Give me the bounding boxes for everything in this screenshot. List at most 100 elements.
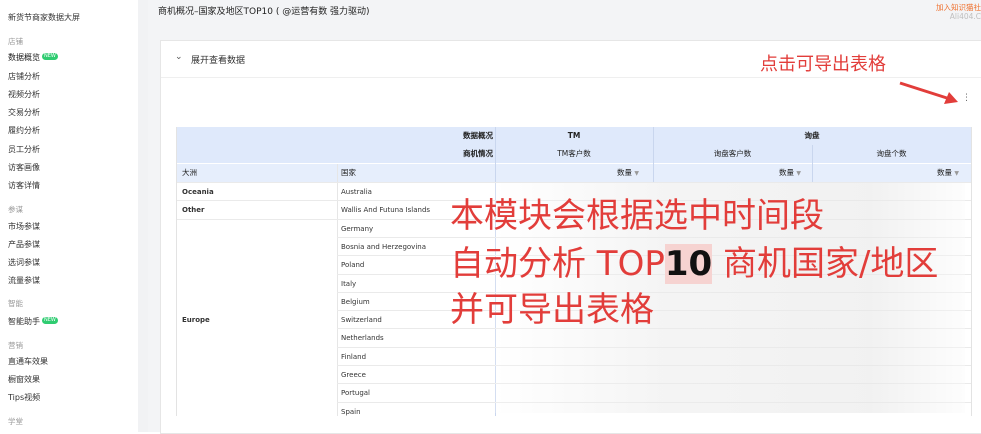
sidebar-group-label: 学堂 [8, 417, 23, 427]
sidebar-item[interactable]: 市场参谋 [8, 222, 40, 232]
merged-cell-mask [177, 328, 337, 330]
sidebar-item-label: 学堂 [8, 417, 23, 426]
col-continent: 大洲 [182, 168, 197, 177]
group-inquiry: 询盘 [804, 131, 820, 140]
merged-cell-mask [177, 291, 337, 293]
sidebar-item[interactable]: 产品参谋 [8, 240, 40, 250]
sidebar-item[interactable]: 访客画像 [8, 163, 40, 173]
country-cell: Germany [341, 224, 374, 233]
column-divider [653, 127, 654, 182]
watermark-line2: Ali404.C [949, 12, 981, 21]
row-label-opportunity: 商机情况 [463, 149, 493, 158]
sidebar-item-label: 智能 [8, 299, 23, 308]
country-cell: Spain [341, 407, 361, 416]
sidebar-item-label: 店铺分析 [8, 72, 40, 81]
country-cell: Switzerland [341, 316, 382, 325]
qty-label: 数量 [937, 168, 952, 177]
qty-label: 数量 [617, 168, 632, 177]
annotation-top-prefix: 自动分析 TOP [450, 244, 665, 284]
sidebar-item[interactable]: 店铺分析 [8, 72, 40, 82]
sidebar-item-label: 视频分析 [8, 90, 40, 99]
annotation-top-number: 10 [664, 244, 713, 284]
qty-sort-tm[interactable]: 数量 ▼ [617, 164, 639, 183]
sidebar-item-label: 智能助手 [8, 317, 40, 326]
sidebar-item-label: 产品参谋 [8, 240, 40, 249]
country-cell: Poland [341, 261, 365, 270]
country-cell: Australia [341, 188, 372, 196]
sidebar-item[interactable]: 选词参谋 [8, 258, 40, 268]
sidebar-item[interactable]: 新货节商家数据大屏 [8, 13, 80, 23]
sidebar-item-label: 员工分析 [8, 145, 40, 154]
feature-annotation-line3: 并可导出表格 [450, 290, 654, 330]
col-country: 国家 [341, 168, 356, 177]
sidebar: 新货节商家数据大屏 店铺数据概览 NEW 店铺分析视频分析交易分析履约分析员工分析访客… [0, 0, 138, 432]
country-cell: Belgium [341, 297, 370, 306]
country-cell: Netherlands [341, 334, 384, 343]
country-cell: Finland [341, 352, 367, 361]
sidebar-item[interactable]: Tips视频 [8, 393, 40, 403]
sidebar-item-label: 市场参谋 [8, 222, 40, 231]
sidebar-item-label: 参谋 [8, 205, 23, 214]
sidebar-item-label: 营销 [8, 341, 23, 350]
col-tm-customers: TM客户数 [557, 149, 591, 158]
watermark-line1: 加入知识猫社 [936, 3, 981, 12]
sidebar-item-label: 店铺 [8, 37, 23, 46]
merged-cell-mask [177, 346, 337, 348]
sidebar-item[interactable]: 履约分析 [8, 126, 40, 136]
continent-cell: Oceania [182, 188, 214, 196]
sidebar-item-label: 橱窗效果 [8, 375, 40, 384]
sidebar-group-label: 店铺 [8, 37, 23, 47]
sidebar-item[interactable]: 数据概览 NEW [8, 53, 58, 63]
sidebar-group-label: 参谋 [8, 205, 23, 215]
chevron-down-icon[interactable]: ⌄ [175, 52, 183, 62]
merged-cell-mask [177, 273, 337, 275]
sidebar-item-label: 选词参谋 [8, 258, 40, 267]
group-tm: TM [567, 131, 581, 140]
sort-down-icon: ▼ [634, 170, 640, 177]
sidebar-item-label: 流量参谋 [8, 276, 40, 285]
sidebar-item[interactable]: 直通车效果 [8, 357, 48, 367]
sidebar-item-label: 数据概览 [8, 53, 40, 62]
qty-label: 数量 [779, 168, 794, 177]
export-hint-annotation: 点击可导出表格 [760, 54, 886, 75]
country-cell: Italy [341, 279, 357, 288]
watermark: 加入知识猫社 Ali404.C [936, 3, 981, 21]
sidebar-item-label: 新货节商家数据大屏 [8, 13, 80, 22]
sidebar-item-label: 交易分析 [8, 108, 40, 117]
feature-annotation-line2: 自动分析 TOP10 商机国家/地区 [450, 244, 938, 284]
sidebar-item[interactable]: 智能助手 NEW [8, 317, 58, 327]
qty-sort-inquiry-customers[interactable]: 数量 ▼ [779, 164, 801, 183]
country-cell: Portugal [341, 389, 370, 398]
expand-data-toggle[interactable]: 展开查看数据 [191, 53, 245, 66]
country-cell: Bosnia and Herzegovina [341, 242, 426, 251]
sidebar-item[interactable]: 交易分析 [8, 108, 40, 118]
sidebar-item-label: 访客详情 [8, 181, 40, 190]
sidebar-group-label: 营销 [8, 341, 23, 351]
sidebar-item[interactable]: 流量参谋 [8, 276, 40, 286]
vertical-dots-icon[interactable]: ⋮ [962, 93, 971, 103]
sidebar-item[interactable]: 访客详情 [8, 181, 40, 191]
country-cell: Greece [341, 371, 366, 379]
sidebar-gutter [138, 0, 148, 432]
annotation-top-suffix: 商机国家/地区 [712, 244, 939, 284]
merged-cell-mask [177, 255, 337, 257]
sort-down-icon: ▼ [954, 170, 960, 177]
merged-cell-mask [177, 310, 337, 312]
qty-sort-inquiry-count[interactable]: 数量 ▼ [937, 164, 959, 183]
merged-cell-mask [177, 236, 337, 238]
new-badge: NEW [42, 53, 58, 60]
merged-cell-mask [177, 365, 337, 366]
sort-down-icon: ▼ [796, 170, 802, 177]
sidebar-item-label: 访客画像 [8, 163, 40, 172]
sidebar-item-label: 直通车效果 [8, 357, 48, 366]
sidebar-item[interactable]: 视频分析 [8, 90, 40, 100]
sidebar-item[interactable]: 员工分析 [8, 145, 40, 155]
page-title: 商机概况–国家及地区TOP10 ( @运营有数 强力驱动) [158, 7, 370, 17]
header-row-overview: 数据概况 TM 询盘 [177, 127, 971, 145]
sidebar-group-label: 智能 [8, 299, 23, 309]
country-cell: Wallis And Futuna Islands [341, 206, 431, 215]
sidebar-item[interactable]: 橱窗效果 [8, 375, 40, 385]
merged-cell-mask [177, 383, 337, 385]
continent-cell: Europe [182, 316, 210, 325]
header-row-opportunity: 商机情况 TM客户数 询盘客户数 询盘个数 [177, 145, 971, 163]
